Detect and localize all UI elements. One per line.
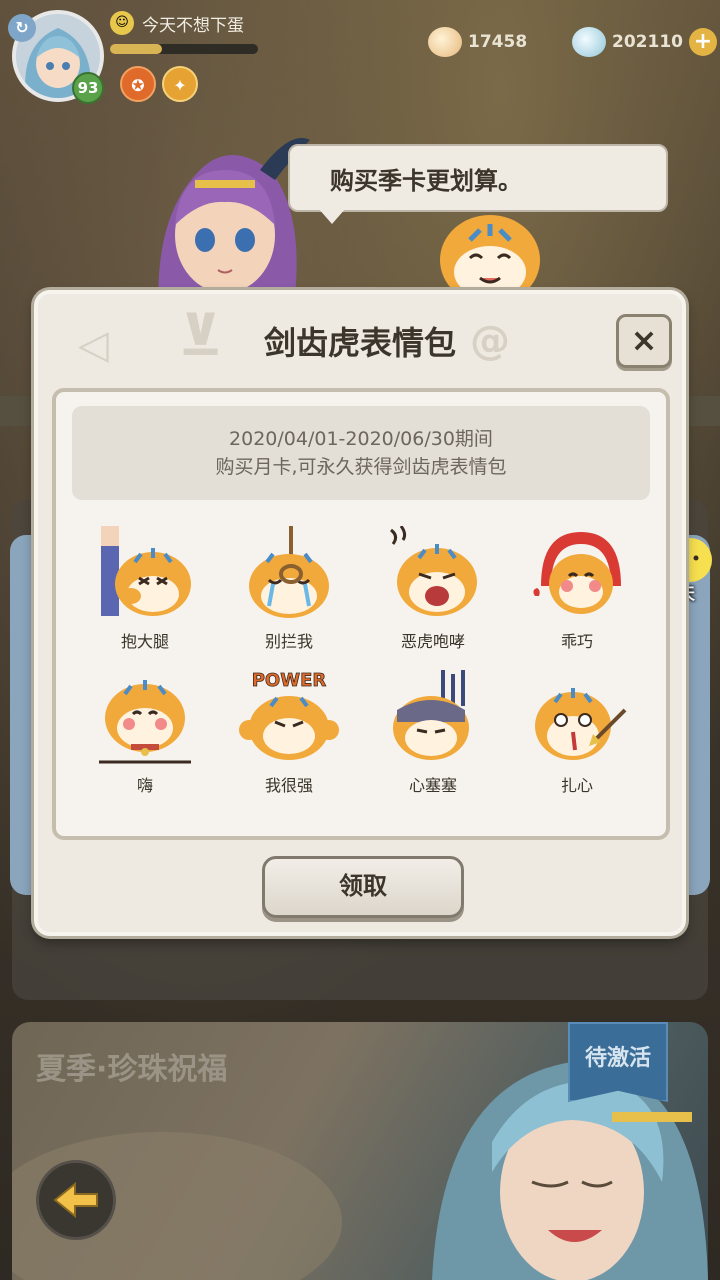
claim-button[interactable]: 领取 (262, 856, 464, 918)
sticker-label: 乖巧 (560, 632, 593, 651)
sticker-item[interactable]: 嗨 (80, 670, 210, 800)
sticker-label: 扎心 (560, 776, 593, 795)
tiger-wave-icon (99, 680, 191, 764)
pearls-value: 202110 (612, 32, 683, 52)
level-badge: 93 (72, 72, 104, 104)
summer-card-title: 夏季·珍珠祝福 (36, 1052, 228, 1087)
speech-bubble-tail (318, 208, 346, 224)
emoji-face-icon: ☺ (110, 11, 134, 35)
event-badge-icon[interactable]: ✪ (120, 66, 156, 102)
sticker-label: 心塞塞 (408, 776, 457, 795)
currency-pearls: 202110 + (572, 24, 717, 60)
power-art-text: POWER (252, 670, 327, 691)
sticker-label: 我很强 (264, 776, 313, 795)
sticker-item[interactable]: 恶虎咆哮 (368, 526, 498, 656)
promo-notice: 2020/04/01-2020/06/30期间 购买月卡,可永久获得剑齿虎表情包 (72, 406, 650, 500)
sticker-panel: 2020/04/01-2020/06/30期间 购买月卡,可永久获得剑齿虎表情包… (52, 388, 670, 840)
summer-pearl-card[interactable]: 夏季·珍珠祝福 待激活 (12, 1022, 708, 1280)
tiger-rope-icon (249, 526, 329, 618)
tiger-hug-leg-icon (101, 526, 191, 616)
tiger-arrow-heart-icon (535, 688, 627, 760)
sticker-label: 恶虎咆哮 (400, 632, 465, 651)
experience-bar-fill (110, 44, 162, 54)
arrow-left-icon (53, 1182, 98, 1218)
sticker-pack-dialog: ◁ ⊻ @ 剑齿虎表情包 × 2020/04/01-2020/06/30期间 购… (34, 290, 686, 936)
sticker-item[interactable]: 抱大腿 (80, 526, 210, 656)
sticker-item[interactable]: 乖巧 (512, 526, 642, 656)
tiger-power-icon: POWER (239, 670, 339, 760)
close-button[interactable]: × (616, 314, 672, 368)
npc-speech-text: 购买季卡更划算。 (330, 166, 522, 195)
sticker-item[interactable]: 扎心 (512, 670, 642, 800)
shell-icon (428, 27, 462, 57)
add-currency-button[interactable]: + (688, 28, 717, 56)
refresh-icon[interactable]: ↻ (8, 14, 36, 42)
back-button[interactable] (36, 1160, 116, 1240)
sticker-label: 嗨 (136, 776, 153, 795)
npc-speech-bubble: 购买季卡更划算。 (288, 144, 668, 212)
currency-shells: 17458 (428, 24, 527, 60)
experience-bar (110, 44, 258, 54)
sticker-item[interactable]: 别拦我 (224, 526, 354, 656)
tiger-roar-icon (390, 526, 477, 616)
shells-value: 17458 (468, 32, 528, 52)
sticker-label: 别拦我 (264, 632, 313, 651)
promo-description: 购买月卡,可永久获得剑齿虎表情包 (215, 456, 507, 478)
dialog-title: 剑齿虎表情包 (263, 324, 456, 362)
tiger-hood-icon (533, 532, 621, 614)
bonus-badge-icon[interactable]: ✦ (162, 66, 198, 102)
pearl-icon (572, 27, 606, 57)
promo-period: 2020/04/01-2020/06/30期间 (229, 428, 493, 450)
status-badge: 待激活 (568, 1022, 668, 1102)
sticker-label: 抱大腿 (120, 632, 169, 651)
username: 今天不想下蛋 (142, 15, 244, 36)
username-row: ☺ 今天不想下蛋 (110, 10, 244, 36)
sticker-item[interactable]: 心塞塞 (368, 670, 498, 800)
sticker-item[interactable]: POWER 我很强 (224, 670, 354, 800)
tiger-gloom-icon (393, 670, 469, 760)
